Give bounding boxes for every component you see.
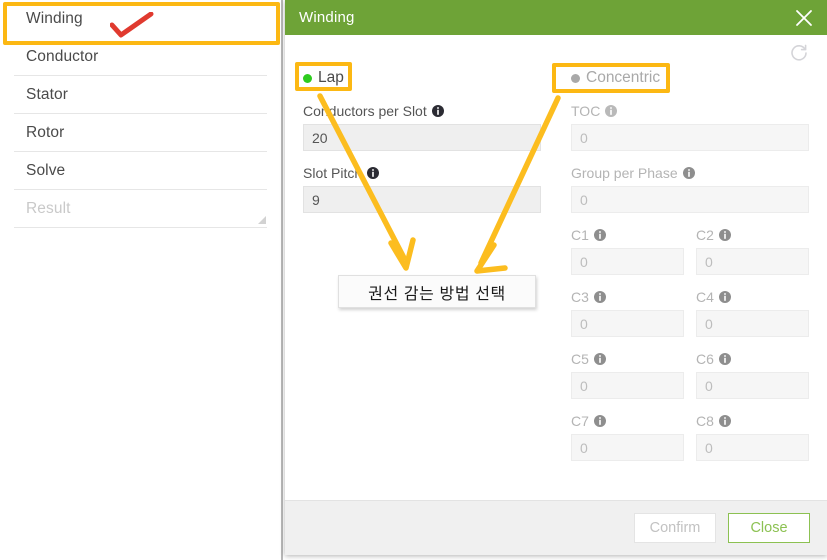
field-c5: C5 0 <box>571 349 684 399</box>
c2-input: 0 <box>696 248 809 275</box>
info-icon <box>593 414 606 427</box>
info-icon[interactable] <box>431 104 444 117</box>
field-label-text: C3 <box>571 288 589 305</box>
dialog-header: Winding <box>285 0 827 35</box>
field-label: C5 <box>571 349 684 368</box>
sidebar-item-rotor[interactable]: Rotor <box>14 114 267 152</box>
sidebar-item-label: Solve <box>26 161 66 179</box>
field-label-text: C7 <box>571 412 589 429</box>
field-slot-pitch: Slot Pitch 9 <box>303 163 541 213</box>
c3-input: 0 <box>571 310 684 337</box>
mode-label: Concentric <box>586 69 661 86</box>
field-c6: C6 0 <box>696 349 809 399</box>
app-root: Winding Conductor Stator Rotor Solve Res… <box>0 0 827 560</box>
sidebar-item-label: Result <box>26 199 71 217</box>
dialog-footer: Confirm Close <box>285 500 827 555</box>
field-label-text: TOC <box>571 102 601 119</box>
field-label: C7 <box>571 411 684 430</box>
field-group-per-phase: Group per Phase 0 <box>571 163 809 213</box>
field-label: TOC <box>571 101 809 120</box>
field-conductors-per-slot: Conductors per Slot 20 <box>303 101 541 151</box>
sidebar-item-label: Rotor <box>26 123 65 141</box>
info-icon <box>682 166 695 179</box>
close-button[interactable]: Close <box>728 513 810 543</box>
field-label-text: Conductors per Slot <box>303 102 427 119</box>
mode-label: Lap <box>318 69 344 86</box>
field-label-text: Group per Phase <box>571 164 678 181</box>
c5-input: 0 <box>571 372 684 399</box>
field-label-text: C4 <box>696 288 714 305</box>
info-icon <box>593 352 606 365</box>
sidebar-item-result: Result <box>14 190 267 228</box>
sidebar-item-solve[interactable]: Solve <box>14 152 267 190</box>
field-label: C1 <box>571 225 684 244</box>
field-label: C6 <box>696 349 809 368</box>
sidebar-item-label: Conductor <box>26 47 99 65</box>
dialog-body: Lap Conductors per Slot 20 Slot Pitch 9 … <box>285 35 827 500</box>
lap-column: Lap Conductors per Slot 20 Slot Pitch 9 <box>303 65 541 473</box>
field-label-text: C2 <box>696 226 714 243</box>
sidebar-item-label: Winding <box>26 10 83 27</box>
winding-dialog: Winding Lap Conductors per Slot 20 Slot … <box>285 0 827 555</box>
sidebar-item-label: Stator <box>26 85 68 103</box>
c7-input: 0 <box>571 434 684 461</box>
field-c4: C4 0 <box>696 287 809 337</box>
close-icon[interactable] <box>793 7 815 29</box>
field-label-text: C5 <box>571 350 589 367</box>
field-c7: C7 0 <box>571 411 684 461</box>
c6-input: 0 <box>696 372 809 399</box>
slot-pitch-input[interactable]: 9 <box>303 186 541 213</box>
info-icon <box>718 414 731 427</box>
info-icon <box>718 228 731 241</box>
field-label: C3 <box>571 287 684 306</box>
refresh-icon[interactable] <box>789 43 811 65</box>
field-label: Conductors per Slot <box>303 101 541 120</box>
toc-input: 0 <box>571 124 809 151</box>
info-icon <box>718 352 731 365</box>
c4-input: 0 <box>696 310 809 337</box>
info-icon <box>593 228 606 241</box>
c1-input: 0 <box>571 248 684 275</box>
info-icon <box>718 290 731 303</box>
sidebar: Winding Conductor Stator Rotor Solve Res… <box>0 0 283 560</box>
field-label: C8 <box>696 411 809 430</box>
info-icon <box>593 290 606 303</box>
field-label-text: C1 <box>571 226 589 243</box>
field-label-text: C6 <box>696 350 714 367</box>
info-icon <box>605 104 618 117</box>
field-label: Group per Phase <box>571 163 809 182</box>
field-label-text: Slot Pitch <box>303 164 363 181</box>
mode-option-lap[interactable]: Lap <box>303 65 541 91</box>
field-label: C4 <box>696 287 809 306</box>
dialog-title: Winding <box>299 9 355 26</box>
sidebar-item-stator[interactable]: Stator <box>14 76 267 114</box>
group-per-phase-input: 0 <box>571 186 809 213</box>
field-label: Slot Pitch <box>303 163 541 182</box>
radio-dot-icon <box>571 73 580 83</box>
field-c3: C3 0 <box>571 287 684 337</box>
info-icon[interactable] <box>367 166 380 179</box>
field-c8: C8 0 <box>696 411 809 461</box>
field-c2: C2 0 <box>696 225 809 275</box>
coil-fields-grid: C1 0 C2 0 C3 0 C4 0 C5 0 C6 0 C7 0 C8 0 <box>571 225 809 473</box>
conductors-per-slot-input[interactable]: 20 <box>303 124 541 151</box>
field-label: C2 <box>696 225 809 244</box>
sidebar-item-conductor[interactable]: Conductor <box>14 38 267 76</box>
concentric-column: Concentric TOC 0 Group per Phase 0 C1 0 … <box>571 65 809 473</box>
confirm-button: Confirm <box>634 513 716 543</box>
mode-option-concentric[interactable]: Concentric <box>571 65 809 91</box>
field-label-text: C8 <box>696 412 714 429</box>
c8-input: 0 <box>696 434 809 461</box>
field-toc: TOC 0 <box>571 101 809 151</box>
radio-dot-icon <box>303 73 312 83</box>
field-c1: C1 0 <box>571 225 684 275</box>
check-icon <box>110 12 154 38</box>
resize-grip-icon[interactable] <box>258 216 266 224</box>
